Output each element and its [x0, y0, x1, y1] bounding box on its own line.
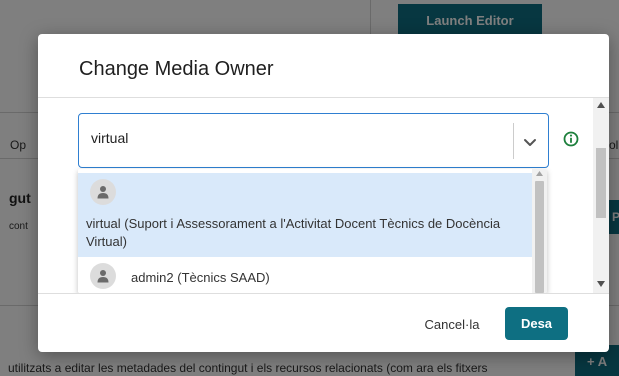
owner-select-value[interactable]: virtual	[91, 130, 128, 146]
owner-select[interactable]: virtual	[78, 113, 549, 168]
info-icon[interactable]	[563, 131, 579, 147]
owner-options-menu: virtual (Suport i Assessorament a l'Acti…	[78, 169, 547, 293]
user-icon	[90, 263, 116, 289]
owner-option[interactable]: virtual (Suport i Assessorament a l'Acti…	[78, 173, 532, 257]
dialog-footer: Cancel·la Desa	[38, 293, 609, 352]
select-separator	[513, 123, 514, 159]
dialog-title: Change Media Owner	[79, 58, 274, 80]
dialog-scrollbar-thumb[interactable]	[596, 148, 606, 218]
menu-scrollbar[interactable]	[532, 169, 547, 293]
owner-option[interactable]: admin2 (Tècnics SAAD)	[78, 259, 532, 293]
dialog-header: Change Media Owner	[38, 34, 609, 98]
dialog-body: virtual virtual (Suport i Assessorament …	[38, 98, 609, 293]
owner-option-label: admin2 (Tècnics SAAD)	[131, 270, 270, 285]
owner-option-label: virtual (Suport i Assessorament a l'Acti…	[86, 216, 501, 249]
chevron-down-icon[interactable]	[520, 132, 540, 152]
dialog-scrollbar[interactable]	[593, 98, 609, 293]
save-button[interactable]: Desa	[505, 307, 568, 340]
menu-scrollbar-thumb[interactable]	[535, 181, 544, 293]
change-media-owner-dialog: Change Media Owner virtual virtual (Supo…	[38, 34, 609, 352]
cancel-button[interactable]: Cancel·la	[416, 310, 488, 338]
user-icon	[90, 179, 116, 205]
